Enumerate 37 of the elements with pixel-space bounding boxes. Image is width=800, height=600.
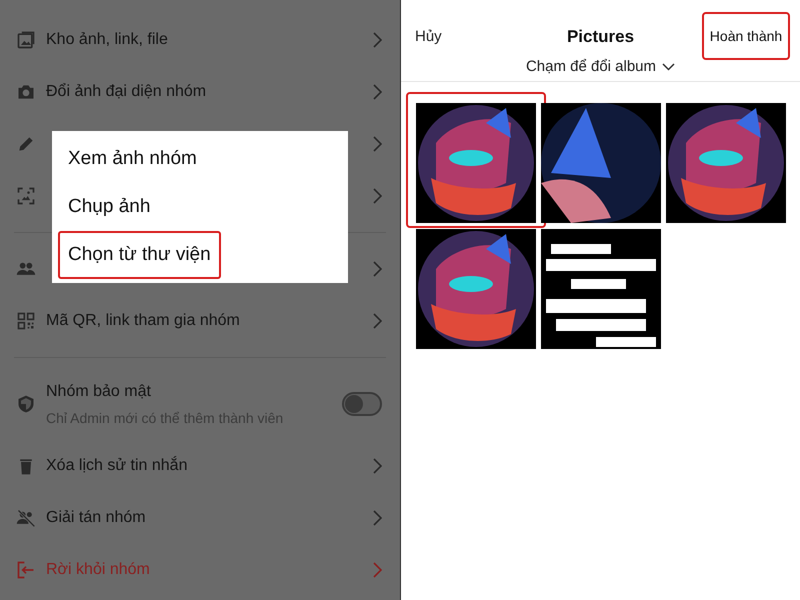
album-label: Chạm để đổi album	[526, 56, 656, 76]
photo-placeholder[interactable]	[666, 103, 786, 223]
chevron-right-icon	[373, 136, 382, 152]
qr-icon	[16, 311, 36, 331]
row-label: Mã QR, link tham gia nhóm	[46, 311, 241, 331]
chevron-down-icon	[662, 62, 676, 71]
row-label: Đổi ảnh đại diện nhóm	[46, 82, 208, 102]
toggle-switch[interactable]	[342, 392, 382, 416]
photo-placeholder[interactable]	[416, 103, 536, 223]
row-label: Kho ảnh, link, file	[46, 30, 169, 50]
row-label: Xóa lịch sử tin nhắn	[46, 455, 188, 476]
row-label: Rời khỏi nhóm	[46, 560, 151, 580]
cancel-button[interactable]: Hủy	[415, 26, 442, 48]
chevron-right-icon	[373, 313, 382, 329]
row-label: Nhóm bảo mật	[46, 382, 152, 402]
gallery-icon	[16, 30, 36, 50]
chevron-right-icon	[373, 510, 382, 526]
album-switcher[interactable]: Chạm để đổi album	[526, 56, 676, 78]
row-label: Giải tán nhóm	[46, 508, 147, 528]
picker-title: Pictures	[566, 26, 634, 48]
chevron-right-icon	[373, 458, 382, 474]
photo-placeholder[interactable]	[416, 229, 536, 349]
menu-item[interactable]: Chụp ảnh	[58, 183, 160, 231]
chevron-right-icon	[373, 562, 382, 578]
exit-icon	[16, 560, 36, 580]
photo-placeholder[interactable]	[541, 229, 661, 349]
people-off-icon	[16, 508, 36, 528]
chevron-right-icon	[373, 188, 382, 204]
shield-icon	[16, 394, 36, 414]
photo-placeholder[interactable]	[541, 103, 661, 223]
chevron-right-icon	[373, 261, 382, 277]
chevron-right-icon	[373, 84, 382, 100]
menu-item[interactable]: Chọn từ thư viện	[58, 231, 221, 279]
chevron-right-icon	[373, 32, 382, 48]
done-button[interactable]: Hoàn thành	[702, 12, 790, 60]
frame-icon	[16, 186, 36, 206]
menu-item[interactable]: Xem ảnh nhóm	[58, 135, 207, 183]
